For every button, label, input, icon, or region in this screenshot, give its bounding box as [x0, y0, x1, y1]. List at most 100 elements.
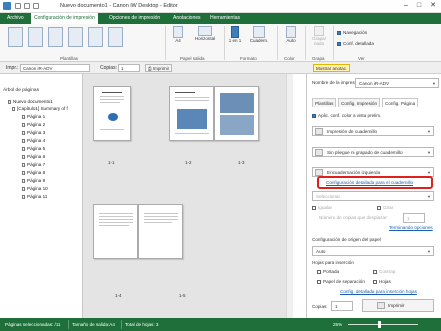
ribbon-separator [305, 26, 306, 60]
tree-page[interactable]: Página 3 [22, 130, 45, 135]
tab-opciones-impresion[interactable]: Opciones de impresión [106, 13, 163, 24]
preview-page[interactable] [214, 86, 259, 141]
template-4-button[interactable] [66, 27, 84, 47]
undo-quick-icon[interactable] [24, 3, 30, 9]
hojas-checkbox[interactable]: Hojas [373, 279, 391, 284]
tree-page[interactable]: Página 2 [22, 122, 45, 127]
tree-page[interactable]: Página 5 [22, 146, 45, 151]
window-title: Nuevo documento1 - Canon iW Desktop - Ed… [60, 3, 178, 9]
contrap-label: Contrap. [379, 269, 397, 274]
hojas-label: Hojas [379, 279, 391, 284]
orientation-button[interactable]: Horizontal [190, 26, 220, 41]
panel-imprimir-button[interactable]: Imprimir [362, 299, 434, 312]
binding-icon [315, 169, 323, 176]
zoom-slider[interactable] [348, 321, 418, 328]
tree-page-label: Página 7 [27, 162, 46, 167]
tree-doc[interactable]: [Capítulo1] Summary of f [12, 106, 68, 111]
tree-page[interactable]: Página 7 [22, 162, 45, 167]
template-1-button[interactable] [6, 27, 24, 47]
panel-copias-stepper[interactable]: 1 [331, 301, 353, 311]
status-separator [121, 320, 122, 329]
tab-config-pagina[interactable]: Config. Página [382, 98, 419, 107]
girar-checkbox[interactable]: Girar [377, 205, 393, 210]
aplic-conf-checkbox[interactable]: Aplic. conf. color a vista prelim. [312, 113, 381, 118]
hojas-insercion-label: Hojas para inserción [312, 260, 354, 265]
minimize-button[interactable]: – [400, 1, 412, 11]
terminando-opciones-link[interactable]: Terminando opciones [389, 225, 433, 230]
mostrar-anotac-button[interactable]: Mostrar anotac. [313, 64, 351, 72]
preview-page[interactable] [169, 86, 214, 141]
booklet-icon [315, 128, 323, 135]
settings-panel: Nombre de la impresora: Canon iR-ADV ▼ Pl… [306, 74, 441, 318]
mostrar-anotac-label: Mostrar anotac. [316, 66, 348, 71]
color-mode-label: Auto [286, 38, 296, 43]
config-hojas-link[interactable]: Config. detallada para inserción hojas [340, 289, 417, 294]
paper-size-button[interactable]: A4 [168, 26, 188, 43]
sin-pliegue-select[interactable]: Sin pliegue ni grapado de cuadernillo ▼ [312, 147, 434, 157]
tree-page-label: Página 10 [27, 186, 48, 191]
group-formato-label: Formato [240, 56, 257, 61]
group-papel-salida-label: Papel salida [180, 56, 205, 61]
config-cuadernillo-link[interactable]: Configuración detallada para el cuaderni… [326, 180, 413, 185]
preview-page[interactable] [138, 204, 183, 259]
booklet-label: Cuadern. [249, 38, 269, 43]
tab-config-impresion[interactable]: Config. Impresión [338, 98, 381, 107]
booklet-button[interactable]: Cuadern. [246, 26, 272, 43]
chevron-down-icon: ▼ [427, 194, 431, 199]
copias-stepper[interactable]: 1 [118, 64, 140, 72]
printer-select[interactable]: Canon iR-ADV [20, 64, 90, 72]
igualar-label: Igualar [318, 205, 333, 210]
tab-anotaciones[interactable]: Anotaciones [170, 13, 204, 24]
tree-root[interactable]: Nuevo documento1 [8, 99, 53, 104]
origen-papel-select[interactable]: Auto ▼ [312, 246, 434, 256]
tree-page[interactable]: Página 10 [22, 186, 48, 191]
color-mode-button[interactable]: Auto [281, 26, 301, 43]
impresion-cuadernillo-select[interactable]: Impresión de cuadernillo ▼ [312, 126, 434, 136]
printer-icon [377, 302, 385, 309]
tab-plantillas[interactable]: Plantillas [312, 98, 337, 107]
template-3-button[interactable] [46, 27, 64, 47]
n-on-one-button[interactable]: 1 en 1 [227, 26, 243, 43]
preview-page[interactable] [93, 204, 138, 259]
template-2-button[interactable] [26, 27, 44, 47]
staple-button[interactable]: Grapa/ nada [309, 26, 329, 46]
tree-page-label: Página 6 [27, 154, 46, 159]
group-plantillas-label: Plantillas [60, 56, 79, 61]
conf-detallada-toggle[interactable]: Conf. detallada [337, 41, 374, 46]
navegacion-toggle[interactable]: Navegación [337, 30, 367, 35]
tree-page[interactable]: Página 4 [22, 138, 45, 143]
tree-page[interactable]: Página 1 [22, 114, 45, 119]
printer-label: Impr.: [6, 65, 19, 71]
template-5-button[interactable] [86, 27, 104, 47]
template-6-button[interactable] [106, 27, 124, 47]
igualar-checkbox[interactable]: Igualar [312, 205, 332, 210]
aplic-conf-label: Aplic. conf. color a vista prelim. [318, 113, 382, 118]
paper-size-label: A4 [175, 38, 181, 43]
close-button[interactable]: ✕ [427, 1, 439, 11]
tree-page[interactable]: Página 11 [22, 194, 47, 199]
conf-detallada-label: Conf. detallada [343, 41, 374, 46]
portada-checkbox[interactable]: Portada [317, 269, 339, 274]
seleccionar-select[interactable]: Seleccionar ▼ [312, 191, 434, 201]
preview-page[interactable] [93, 86, 131, 141]
save-quick-icon[interactable] [15, 3, 21, 9]
imprimir-button[interactable]: ⎙ Imprimir [145, 64, 173, 72]
globe-image [108, 113, 118, 121]
tree-page[interactable]: Página 8 [22, 170, 45, 175]
papel-separacion-checkbox[interactable]: Papel de separación [317, 279, 365, 284]
tree-page[interactable]: Página 9 [22, 178, 45, 183]
tab-configuracion-impresion[interactable]: Configuración de impresión [31, 13, 98, 24]
tree-page-label: Página 1 [27, 114, 46, 119]
numero-copias-stepper[interactable]: 1 [403, 213, 425, 223]
tree-page[interactable]: Página 6 [22, 154, 45, 159]
chevron-down-icon: ▼ [427, 249, 431, 254]
page-preview: 1-1 1-2 1-3 1-4 1-5 [83, 74, 293, 318]
navegacion-label: Navegación [343, 30, 368, 35]
tab-herramientas[interactable]: Herramientas [207, 13, 243, 24]
maximize-button[interactable]: □ [413, 1, 425, 11]
redo-quick-icon[interactable] [33, 3, 39, 9]
printer-name-select[interactable]: Canon iR-ADV ▼ [355, 78, 439, 88]
tab-archivo[interactable]: Archivo [4, 13, 27, 24]
contrap-checkbox[interactable]: Contrap. [373, 269, 397, 274]
preview-scrollbar[interactable] [286, 74, 293, 318]
